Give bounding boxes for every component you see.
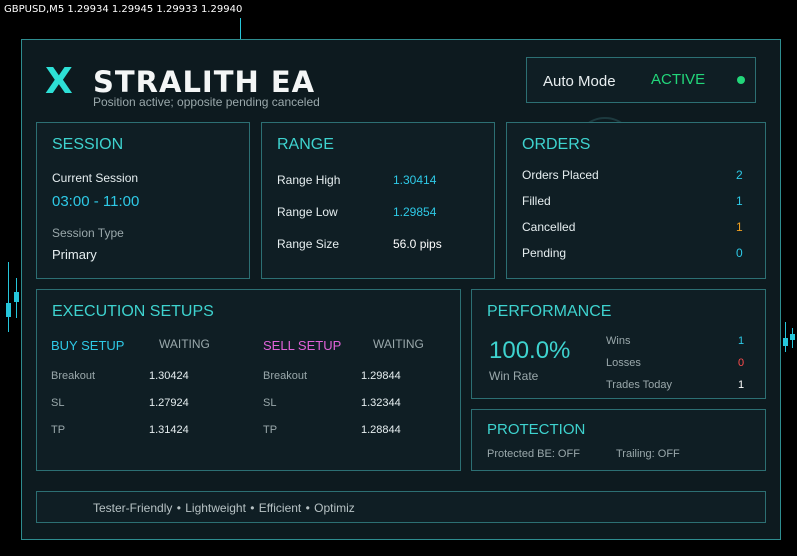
buy-setup-label: BUY SETUP [51, 338, 125, 353]
candle-body [783, 338, 788, 346]
orders-filled-label: Filled [522, 194, 551, 208]
status-message: Position active; opposite pending cancel… [93, 95, 320, 109]
current-session-label: Current Session [52, 171, 139, 185]
candle-body [6, 303, 11, 317]
range-title: RANGE [277, 136, 334, 153]
sell-sl-label: SL [263, 397, 277, 409]
session-type-label: Session Type [52, 226, 124, 240]
protection-panel: PROTECTION Protected BE: OFF Trailing: O… [471, 409, 766, 471]
logo-icon: X [45, 61, 73, 102]
trailing-status: Trailing: OFF [616, 448, 680, 460]
win-rate-label: Win Rate [489, 369, 539, 383]
trades-today-value: 1 [738, 379, 745, 391]
candle-wick [8, 262, 9, 332]
orders-pending-label: Pending [522, 246, 567, 260]
losses-label: Losses [606, 357, 641, 369]
range-low-label: Range Low [277, 205, 338, 219]
range-panel: RANGE Range High 1.30414 Range Low 1.298… [261, 122, 495, 279]
candle-body [14, 292, 19, 302]
range-low-value: 1.29854 [393, 205, 437, 219]
sell-sl-value: 1.32344 [361, 397, 401, 409]
buy-sl-value: 1.27924 [149, 397, 189, 409]
sell-tp-value: 1.28844 [361, 424, 401, 436]
chart-line [240, 18, 241, 40]
performance-title: PERFORMANCE [487, 303, 612, 320]
win-rate-value: 100.0% [489, 337, 571, 364]
ea-title: STRALITH EA [93, 65, 316, 99]
sell-breakout-value: 1.29844 [361, 370, 401, 382]
session-type-value: Primary [52, 247, 97, 262]
buy-sl-label: SL [51, 397, 65, 409]
auto-mode-status: ACTIVE [651, 71, 706, 88]
buy-setup-status: WAITING [159, 337, 210, 351]
session-panel: SESSION Current Session 03:00 - 11:00 Se… [36, 122, 250, 279]
trades-today-label: Trades Today [606, 379, 673, 391]
wins-value: 1 [738, 335, 745, 347]
range-size-value: 56.0 pips [393, 237, 442, 251]
orders-placed-label: Orders Placed [522, 168, 599, 182]
sell-tp-label: TP [263, 424, 278, 436]
buy-breakout-label: Breakout [51, 370, 96, 382]
auto-mode-toggle[interactable]: Auto Mode ACTIVE [526, 57, 756, 103]
candle-body [790, 334, 795, 340]
feature-ticker: Tester-Friendly • Lightweight • Efficien… [36, 491, 766, 523]
losses-value: 0 [738, 357, 745, 369]
protection-title: PROTECTION [487, 421, 586, 438]
auto-mode-label: Auto Mode [543, 73, 616, 90]
sell-setup-label: SELL SETUP [263, 338, 342, 353]
chart-symbol-header: GBPUSD,M5 1.29934 1.29945 1.29933 1.2994… [4, 4, 243, 15]
status-dot-icon [737, 76, 745, 84]
range-size-label: Range Size [277, 237, 340, 251]
buy-tp-value: 1.31424 [149, 424, 189, 436]
range-high-label: Range High [277, 173, 341, 187]
orders-panel: ORDERS Orders Placed 2 Filled 1 Cancelle… [506, 122, 766, 279]
session-title: SESSION [52, 136, 124, 153]
orders-pending-value: 0 [736, 246, 743, 260]
protected-be-status: Protected BE: OFF [487, 448, 580, 460]
orders-placed-value: 2 [736, 168, 743, 182]
orders-cancelled-label: Cancelled [522, 220, 576, 234]
sell-setup-status: WAITING [373, 337, 424, 351]
buy-breakout-value: 1.30424 [149, 370, 189, 382]
candle-wick [785, 322, 786, 352]
execution-setups-panel: EXECUTION SETUPS BUY SETUP WAITING Break… [36, 289, 461, 471]
sell-breakout-label: Breakout [263, 370, 308, 382]
wins-label: Wins [606, 335, 631, 347]
feature-ticker-text: Tester-Friendly • Lightweight • Efficien… [93, 501, 355, 515]
orders-cancelled-value: 1 [736, 220, 743, 234]
performance-panel: PERFORMANCE 100.0% Win Rate Wins 1 Losse… [471, 289, 766, 399]
orders-title: ORDERS [522, 136, 591, 153]
execution-title: EXECUTION SETUPS [52, 303, 214, 320]
range-high-value: 1.30414 [393, 173, 437, 187]
current-session-value: 03:00 - 11:00 [52, 193, 140, 210]
orders-filled-value: 1 [736, 194, 743, 208]
buy-tp-label: TP [51, 424, 66, 436]
